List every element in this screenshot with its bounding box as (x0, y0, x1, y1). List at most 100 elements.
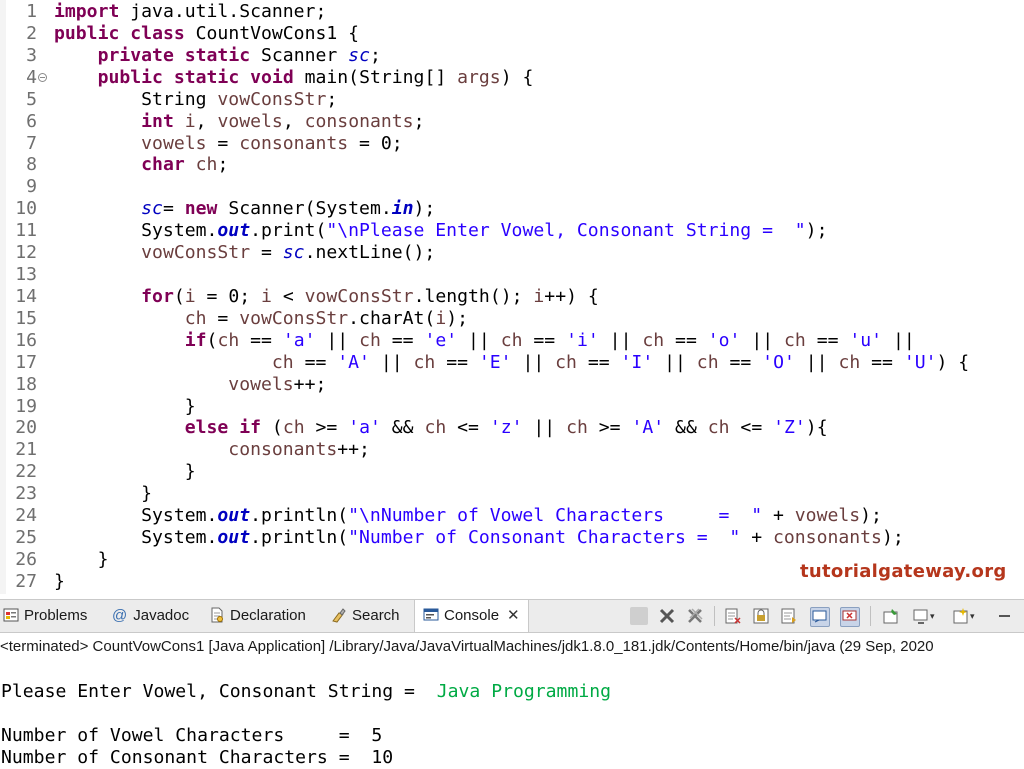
code-token: vowConsStr (305, 286, 414, 307)
code-token: ch (708, 417, 730, 438)
code-token: args (457, 67, 501, 88)
code-token: ch (196, 154, 218, 175)
code-token: vowels (795, 505, 860, 526)
code-token: ( (207, 330, 218, 351)
pin-console-icon[interactable] (882, 607, 900, 625)
line-number: 1 (0, 1, 37, 23)
line-number: 17 (0, 352, 37, 374)
clear-console-icon[interactable] (724, 607, 742, 625)
code-token: ch (217, 330, 239, 351)
tab-console[interactable]: Console✕ (414, 600, 529, 632)
code-token: if (239, 417, 261, 438)
line-number: 8 (0, 154, 37, 176)
remove-launch-icon[interactable] (658, 607, 676, 625)
code-token: for (141, 286, 174, 307)
code-token (185, 154, 196, 175)
code-token: ; (326, 89, 337, 110)
code-editor[interactable]: 1import java.util.Scanner;2public class … (0, 0, 1024, 594)
code-token: sc (141, 198, 163, 219)
code-token: = (250, 242, 283, 263)
code-token: && (381, 417, 425, 438)
problems-icon (3, 603, 19, 619)
console-output[interactable]: Please Enter Vowel, Consonant String = J… (0, 658, 1024, 767)
line-number: 14 (0, 286, 37, 308)
code-line: 6 int i, vowels, consonants; (0, 111, 1024, 133)
code-token: 'Z' (773, 417, 806, 438)
code-token: 'I' (621, 352, 654, 373)
tab-search[interactable]: Search (331, 600, 400, 632)
code-token: >= (305, 417, 349, 438)
line-number: 4 (0, 67, 37, 89)
code-token: ); (806, 220, 828, 241)
code-token: } (54, 396, 196, 417)
code-token (54, 133, 141, 154)
code-token: , (283, 111, 305, 132)
code-token: i (185, 286, 196, 307)
display-selected-console-icon[interactable] (912, 607, 930, 625)
chevron-down-icon[interactable]: ▾ (930, 607, 948, 625)
tab-javadoc[interactable]: @ Javadoc (112, 600, 189, 632)
code-token: && (664, 417, 708, 438)
code-token: private (98, 45, 174, 66)
minimize-icon[interactable] (996, 607, 1014, 625)
code-line: 25 System.out.println("Number of Consona… (0, 527, 1024, 549)
code-text: consonants++; (54, 439, 370, 461)
code-token: i (185, 111, 196, 132)
code-token: 'o' (708, 330, 741, 351)
line-number: 23 (0, 483, 37, 505)
code-token: 'U' (904, 352, 937, 373)
word-wrap-icon[interactable] (780, 607, 798, 625)
code-token (228, 417, 239, 438)
chevron-down-icon[interactable]: ▾ (970, 607, 988, 625)
code-token: || (316, 330, 360, 351)
console-prompt-line: Please Enter Vowel, Consonant String = J… (1, 681, 611, 703)
code-token: + (740, 527, 773, 548)
terminate-icon[interactable] (630, 607, 648, 625)
close-icon[interactable]: ✕ (507, 600, 520, 632)
line-number: 25 (0, 527, 37, 549)
code-token: else (185, 417, 229, 438)
declaration-icon (209, 603, 225, 619)
tab-declaration-label: Declaration (230, 607, 306, 624)
tab-declaration[interactable]: Declaration (209, 600, 306, 632)
line-number: 2 (0, 23, 37, 45)
scroll-lock-icon[interactable] (752, 607, 770, 625)
code-token: public (98, 67, 163, 88)
toolbar-separator (870, 606, 871, 626)
fold-collapse-icon[interactable] (38, 73, 47, 82)
code-text: import java.util.Scanner; (54, 1, 326, 23)
code-token: .nextLine(); (305, 242, 436, 263)
code-text: String vowConsStr; (54, 89, 337, 111)
open-console-icon[interactable] (952, 607, 970, 625)
code-token (174, 111, 185, 132)
search-icon (331, 603, 347, 619)
code-token: consonants (773, 527, 882, 548)
code-token: vowConsStr (141, 242, 250, 263)
code-token: static (174, 67, 239, 88)
tab-javadoc-label: Javadoc (133, 607, 189, 624)
code-token: 'O' (762, 352, 795, 373)
code-token (54, 374, 228, 395)
tab-search-label: Search (352, 607, 400, 624)
code-token: == (806, 330, 850, 351)
show-console-stdout-icon[interactable] (810, 607, 830, 627)
line-number: 7 (0, 133, 37, 155)
code-text: System.out.print("\nPlease Enter Vowel, … (54, 220, 827, 242)
code-token: == (523, 330, 567, 351)
code-line: 1 import java.util.Scanner; (0, 1, 1024, 23)
code-token (54, 111, 141, 132)
line-number: 24 (0, 505, 37, 527)
code-line: 3 private static Scanner sc; (0, 45, 1024, 67)
show-console-stderr-icon[interactable] (840, 607, 860, 627)
code-text: vowConsStr = sc.nextLine(); (54, 242, 435, 264)
code-token (239, 67, 250, 88)
code-line: 14 for(i = 0; i < vowConsStr.length(); i… (0, 286, 1024, 308)
remove-all-terminated-icon[interactable] (686, 607, 704, 625)
code-token: } (54, 571, 65, 592)
code-token: ); (860, 505, 882, 526)
tab-problems[interactable]: Problems (3, 600, 87, 632)
code-token (54, 439, 228, 460)
code-token: String (54, 89, 217, 110)
javadoc-icon: @ (112, 607, 127, 624)
code-token: || (795, 352, 839, 373)
